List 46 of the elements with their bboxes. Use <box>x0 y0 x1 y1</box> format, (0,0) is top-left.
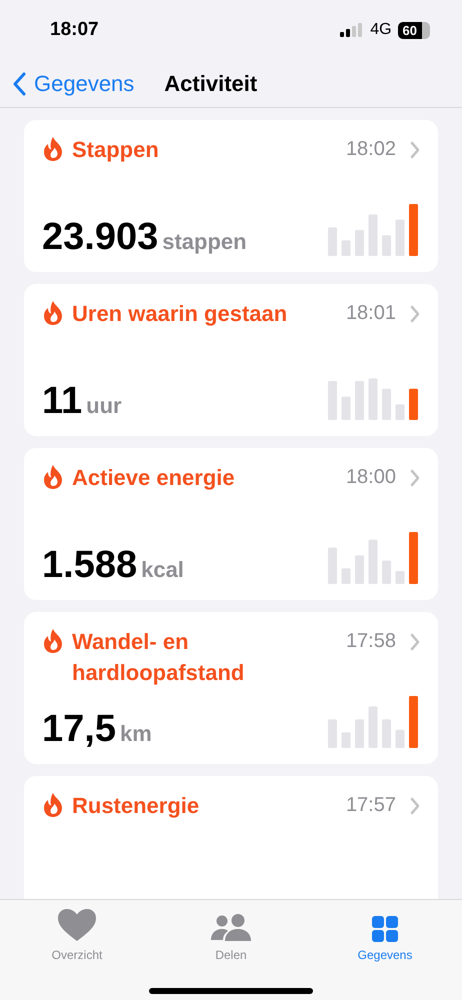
chevron-right-icon <box>410 305 420 323</box>
metric-unit: km <box>120 721 152 747</box>
status-time: 18:07 <box>50 19 99 41</box>
tab-button[interactable]: Delen <box>176 906 286 962</box>
battery-indicator: 60 <box>398 22 430 38</box>
metric-time: 17:57 <box>346 793 396 818</box>
page-title: Activiteit <box>164 70 258 96</box>
chevron-right-icon <box>410 633 420 651</box>
back-button[interactable]: Gegevens <box>12 70 134 96</box>
metric-value: 11 <box>42 382 82 420</box>
metric-unit: uur <box>86 393 122 419</box>
metric-card[interactable]: Actieve energie 18:00 1.588 kcal <box>24 448 438 600</box>
metric-title: Rustenergie <box>72 792 200 820</box>
heart-icon <box>57 908 97 942</box>
chevron-left-icon <box>12 72 26 96</box>
flame-icon <box>42 136 64 162</box>
metric-time: 18:01 <box>346 301 396 326</box>
metric-title: Actieve energie <box>72 464 236 492</box>
flame-icon <box>42 792 64 818</box>
metric-value: 23.903 <box>42 218 158 256</box>
flame-icon <box>42 300 64 326</box>
flame-icon <box>42 628 64 654</box>
signal-icon <box>340 23 364 37</box>
metric-value: 1.588 <box>42 546 138 584</box>
metric-title: Stappen <box>72 136 160 164</box>
metric-unit: kcal <box>141 557 184 583</box>
chevron-right-icon <box>410 797 420 815</box>
metric-card[interactable]: Stappen 18:02 23.903 stappen <box>24 120 438 272</box>
metric-card[interactable]: Uren waarin gestaan 18:01 11 uur <box>24 284 438 436</box>
metric-card[interactable]: Wandel- en hardloopafstand 17:58 17,5 km <box>24 612 438 764</box>
grid-icon <box>372 916 398 942</box>
metric-card[interactable]: Rustenergie 17:57 <box>24 776 438 899</box>
metric-unit: stappen <box>162 229 247 255</box>
metric-title: Uren waarin gestaan <box>72 300 288 328</box>
metric-time: 18:02 <box>346 137 396 162</box>
flame-icon <box>42 464 64 490</box>
tab-button[interactable]: Gegevens <box>330 906 440 962</box>
metric-time: 17:58 <box>346 629 396 654</box>
metric-title: Wandel- en hardloopafstand <box>72 628 246 687</box>
people-icon <box>211 914 251 942</box>
metric-time: 18:00 <box>346 465 396 490</box>
metric-value: 17,5 <box>42 710 116 748</box>
network-label: 4G <box>370 21 392 39</box>
tab-button[interactable]: Overzicht <box>22 906 132 962</box>
chevron-right-icon <box>410 141 420 159</box>
chevron-right-icon <box>410 469 420 487</box>
